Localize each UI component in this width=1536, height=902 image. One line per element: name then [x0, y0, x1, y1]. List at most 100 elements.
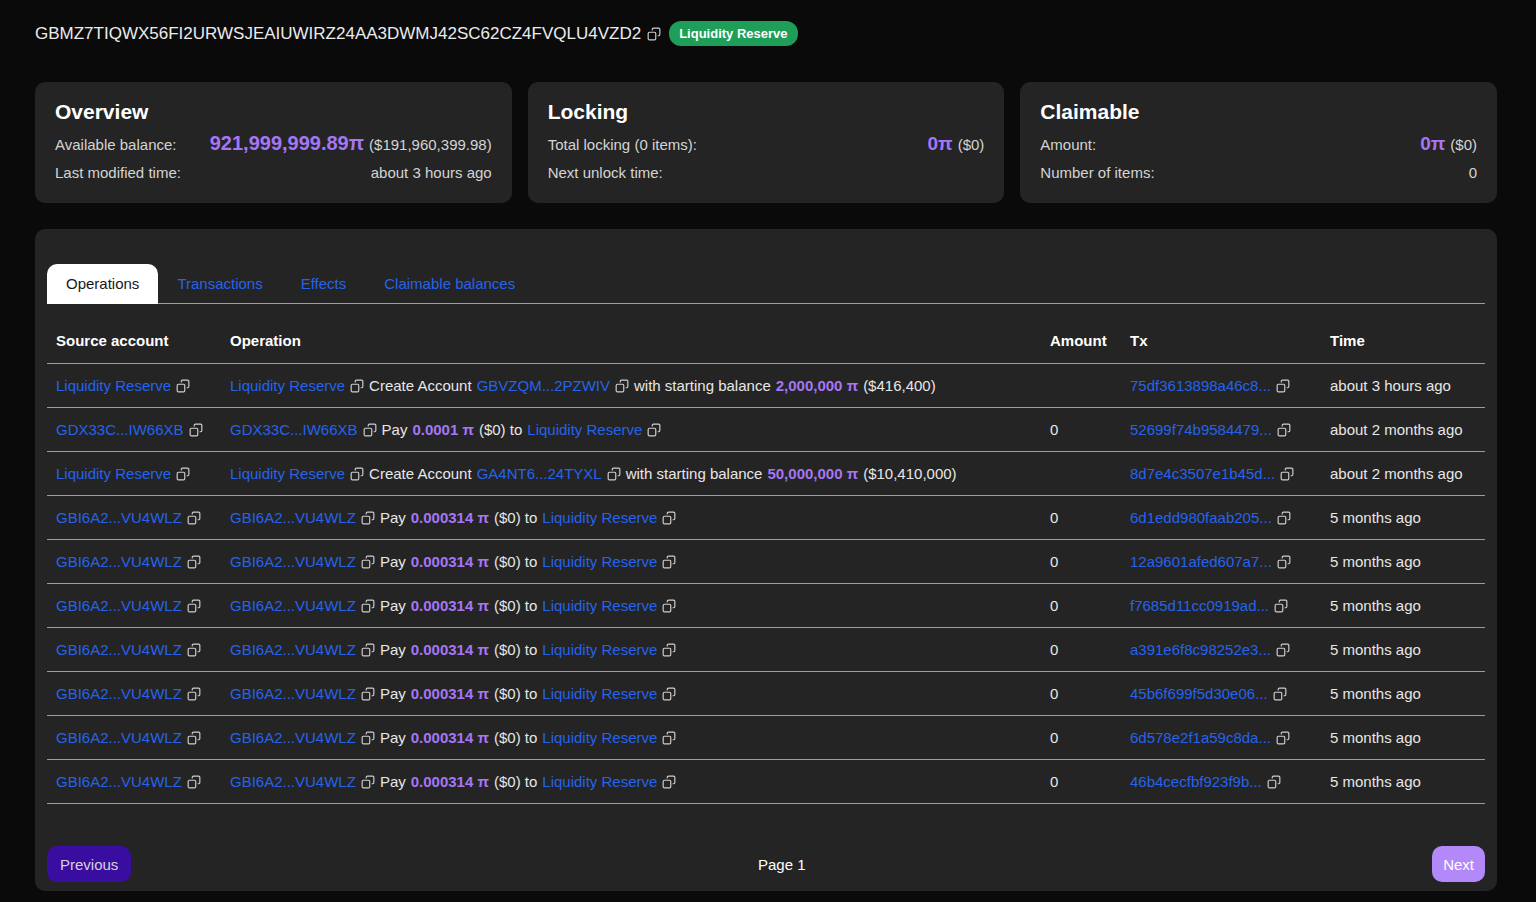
account-link[interactable]: Liquidity Reserve: [230, 465, 345, 482]
copy-icon[interactable]: [1277, 555, 1291, 569]
copy-icon[interactable]: [607, 467, 621, 481]
copy-icon[interactable]: [1277, 423, 1291, 437]
operation-text: ($0) to: [494, 729, 537, 746]
copy-icon[interactable]: [615, 379, 629, 393]
copy-icon[interactable]: [361, 775, 375, 789]
copy-icon[interactable]: [361, 643, 375, 657]
account-link[interactable]: GBVZQM...2PZWIV: [477, 377, 610, 394]
copy-icon[interactable]: [350, 379, 364, 393]
tx-link[interactable]: 46b4cecfbf923f9b...: [1130, 773, 1262, 790]
tab-transactions[interactable]: Transactions: [158, 264, 281, 304]
tx-link[interactable]: 75df3613898a46c8...: [1130, 377, 1271, 394]
copy-icon[interactable]: [662, 731, 676, 745]
copy-icon[interactable]: [350, 467, 364, 481]
account-link[interactable]: Liquidity Reserve: [527, 421, 642, 438]
copy-icon[interactable]: [361, 555, 375, 569]
copy-icon[interactable]: [662, 775, 676, 789]
account-link[interactable]: GBI6A2...VU4WLZ: [230, 685, 356, 702]
copy-address-icon[interactable]: [647, 27, 661, 41]
tx-link[interactable]: 8d7e4c3507e1b45d...: [1130, 465, 1275, 482]
account-link[interactable]: GDX33C...IW66XB: [230, 421, 358, 438]
time-cell: 5 months ago: [1321, 584, 1485, 628]
account-link[interactable]: GBI6A2...VU4WLZ: [230, 729, 356, 746]
claimable-items-value: 0: [1469, 163, 1477, 182]
copy-icon[interactable]: [176, 379, 190, 393]
table-row: GDX33C...IW66XBGDX33C...IW66XBPay0.0001 …: [47, 408, 1485, 452]
usd-amount: ($0): [1450, 136, 1477, 153]
copy-icon[interactable]: [1276, 643, 1290, 657]
copy-icon[interactable]: [361, 731, 375, 745]
operation-pi-amount: 0.0001 π: [412, 421, 474, 438]
account-link[interactable]: GBI6A2...VU4WLZ: [230, 509, 356, 526]
copy-icon[interactable]: [662, 511, 676, 525]
account-link[interactable]: GBI6A2...VU4WLZ: [230, 641, 356, 658]
copy-icon[interactable]: [176, 467, 190, 481]
copy-icon[interactable]: [1280, 467, 1294, 481]
operation-cell: GBI6A2...VU4WLZPay0.000314 π($0) toLiqui…: [221, 760, 1041, 804]
source-account-link[interactable]: GBI6A2...VU4WLZ: [56, 641, 182, 658]
copy-icon[interactable]: [361, 599, 375, 613]
copy-icon[interactable]: [361, 511, 375, 525]
account-link[interactable]: Liquidity Reserve: [542, 641, 657, 658]
source-account-link[interactable]: Liquidity Reserve: [56, 465, 171, 482]
copy-icon[interactable]: [1267, 775, 1281, 789]
copy-icon[interactable]: [187, 643, 201, 657]
copy-icon[interactable]: [187, 731, 201, 745]
tx-link[interactable]: 52699f74b9584479...: [1130, 421, 1272, 438]
copy-icon[interactable]: [189, 423, 203, 437]
tab-effects[interactable]: Effects: [282, 264, 366, 304]
operations-table-body: Liquidity ReserveLiquidity ReserveCreate…: [47, 364, 1485, 804]
account-link[interactable]: Liquidity Reserve: [542, 773, 657, 790]
tab-claimable-balances[interactable]: Claimable balances: [365, 264, 534, 304]
account-link[interactable]: GA4NT6...24TYXL: [477, 465, 602, 482]
tx-link[interactable]: 6d578e2f1a59c8da...: [1130, 729, 1271, 746]
account-link[interactable]: GBI6A2...VU4WLZ: [230, 553, 356, 570]
tx-link[interactable]: 12a9601afed607a7...: [1130, 553, 1272, 570]
copy-icon[interactable]: [187, 555, 201, 569]
account-link[interactable]: Liquidity Reserve: [542, 597, 657, 614]
next-unlock-row: Next unlock time:: [548, 163, 985, 182]
copy-icon[interactable]: [361, 687, 375, 701]
source-account-link[interactable]: GBI6A2...VU4WLZ: [56, 509, 182, 526]
source-account-link[interactable]: GBI6A2...VU4WLZ: [56, 773, 182, 790]
next-button[interactable]: Next: [1432, 846, 1485, 882]
account-link[interactable]: Liquidity Reserve: [542, 729, 657, 746]
copy-icon[interactable]: [662, 555, 676, 569]
account-link[interactable]: Liquidity Reserve: [230, 377, 345, 394]
copy-icon[interactable]: [187, 599, 201, 613]
tx-link[interactable]: f7685d11cc0919ad...: [1130, 597, 1269, 614]
tx-link[interactable]: 6d1edd980faab205...: [1130, 509, 1272, 526]
copy-icon[interactable]: [187, 775, 201, 789]
previous-button[interactable]: Previous: [47, 846, 131, 882]
copy-icon[interactable]: [662, 687, 676, 701]
copy-icon[interactable]: [1277, 511, 1291, 525]
source-account-link[interactable]: Liquidity Reserve: [56, 377, 171, 394]
account-link[interactable]: GBI6A2...VU4WLZ: [230, 597, 356, 614]
copy-icon[interactable]: [1273, 687, 1287, 701]
source-account-link[interactable]: GBI6A2...VU4WLZ: [56, 597, 182, 614]
copy-icon[interactable]: [662, 599, 676, 613]
source-account-link[interactable]: GBI6A2...VU4WLZ: [56, 729, 182, 746]
account-link[interactable]: Liquidity Reserve: [542, 553, 657, 570]
tab-operations[interactable]: Operations: [47, 264, 158, 304]
available-balance-value: 921,999,999.89π($191,960,399.98): [210, 134, 492, 154]
copy-icon[interactable]: [1274, 599, 1288, 613]
copy-icon[interactable]: [647, 423, 661, 437]
locking-title: Locking: [548, 99, 985, 125]
tx-link[interactable]: 45b6f699f5d30e06...: [1130, 685, 1268, 702]
copy-icon[interactable]: [187, 511, 201, 525]
account-link[interactable]: Liquidity Reserve: [542, 509, 657, 526]
account-link[interactable]: GBI6A2...VU4WLZ: [230, 773, 356, 790]
source-account-cell: GBI6A2...VU4WLZ: [47, 760, 221, 804]
account-link[interactable]: Liquidity Reserve: [542, 685, 657, 702]
copy-icon[interactable]: [1276, 379, 1290, 393]
copy-icon[interactable]: [662, 643, 676, 657]
source-account-link[interactable]: GBI6A2...VU4WLZ: [56, 685, 182, 702]
source-account-cell: GBI6A2...VU4WLZ: [47, 584, 221, 628]
copy-icon[interactable]: [363, 423, 377, 437]
copy-icon[interactable]: [1276, 731, 1290, 745]
source-account-link[interactable]: GBI6A2...VU4WLZ: [56, 553, 182, 570]
source-account-link[interactable]: GDX33C...IW66XB: [56, 421, 184, 438]
copy-icon[interactable]: [187, 687, 201, 701]
tx-link[interactable]: a391e6f8c98252e3...: [1130, 641, 1271, 658]
